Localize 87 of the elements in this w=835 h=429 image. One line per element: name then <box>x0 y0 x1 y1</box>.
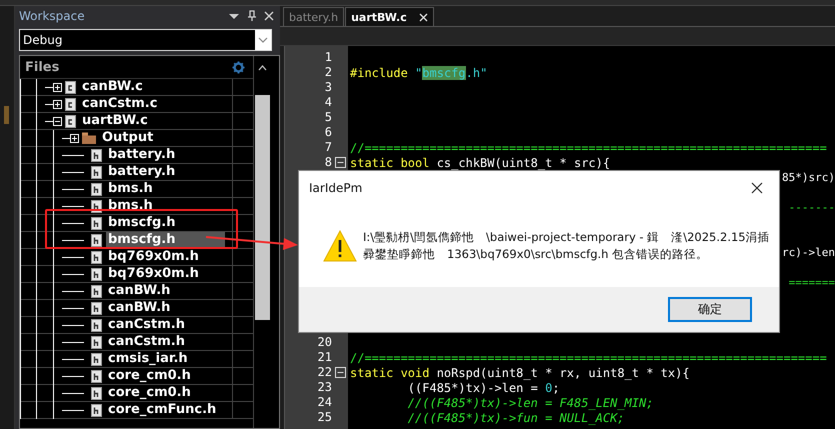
file-icon <box>91 182 102 196</box>
file-icon <box>91 284 102 298</box>
line-number: 2 <box>324 65 332 80</box>
line-number: 1 <box>324 50 332 65</box>
file-icon <box>91 336 102 348</box>
tree-item[interactable]: canBW.h <box>106 300 172 316</box>
tree-item[interactable]: canCstm.h <box>106 317 187 333</box>
error-message: I:\璺勬枬\閆氬儁鍗忚 \baiwei-project-temporary - 鍓 湰\2025.2.15涓插 彛鐢垫睜鍗忚 1363\bq769x0\src\bmscfg.h 包含错误的路径。 <box>363 229 770 263</box>
expand-toggle[interactable] <box>53 82 62 92</box>
file-icon <box>91 318 102 332</box>
file-icon <box>91 386 102 400</box>
chevron-down-icon <box>258 37 268 43</box>
tree-item[interactable]: bmscfg.h <box>106 232 226 248</box>
tree-item[interactable]: bq769x0m.h <box>106 266 201 282</box>
line-number: 23 <box>316 380 332 395</box>
line-number: 24 <box>316 395 332 410</box>
code-line: //((F485*)tx)->fun = NULL_ACK; <box>406 410 625 424</box>
tree-item[interactable]: Output <box>100 130 156 146</box>
line-number: 20 <box>316 335 332 350</box>
code-line: #include "bmscfg.h" <box>350 66 488 80</box>
tree-item[interactable]: canBW.h <box>106 283 172 299</box>
code-fragment: ------- <box>788 200 835 215</box>
panel-title: Workspace <box>19 8 86 22</box>
line-number: 21 <box>316 350 332 365</box>
file-icon <box>65 114 76 128</box>
code-line: static void noRspd(uint8_t * rx, uint8_t * tx){ <box>350 366 690 380</box>
tree-item[interactable]: bq769x0m.h <box>106 249 201 265</box>
tree-item[interactable]: battery.h <box>106 147 178 163</box>
code-fragment: ======= <box>788 275 835 290</box>
expand-toggle[interactable] <box>53 100 62 108</box>
line-number: 4 <box>324 95 332 110</box>
fold-toggle[interactable] <box>334 157 346 168</box>
file-icon <box>91 370 102 382</box>
tree-item[interactable]: canBW.c <box>80 79 145 95</box>
code-line: //================================================================ <box>350 350 827 364</box>
file-tab[interactable]: battery.h <box>283 7 344 26</box>
code-fragment: 85*)src) <box>782 170 835 185</box>
file-icon <box>91 148 102 162</box>
folder-icon <box>82 132 96 144</box>
file-icon <box>91 352 102 366</box>
file-icon <box>91 404 102 416</box>
code-fragment: rc)->len <box>782 245 835 260</box>
code-line: //================================================================ <box>350 140 827 154</box>
scroll-up-icon[interactable] <box>258 65 266 71</box>
file-icon <box>91 268 102 280</box>
expand-toggle[interactable] <box>70 134 79 142</box>
settings-icon[interactable] <box>232 60 245 74</box>
line-number: 8 <box>324 155 332 170</box>
line-number: 3 <box>324 80 332 95</box>
tree-item[interactable]: core_cm0.h <box>106 368 193 384</box>
tree-item[interactable]: canCstm.c <box>80 96 160 112</box>
tree-item[interactable]: bms.h <box>106 198 155 214</box>
file-icon <box>91 250 102 264</box>
code-line: ((F485*)tx)->len = 0; <box>406 380 560 394</box>
line-number: 25 <box>316 410 332 425</box>
ok-button[interactable]: 确定 <box>668 297 752 322</box>
tree-item[interactable]: canCstm.h <box>106 334 187 350</box>
tree-item[interactable]: uartBW.c <box>80 113 150 129</box>
code-line: static bool cs_chkBW(uint8_t * src){ <box>350 156 610 170</box>
collapse-toggle[interactable] <box>53 116 62 126</box>
file-icon <box>91 166 102 178</box>
line-number: 7 <box>324 140 332 155</box>
tree-item[interactable]: core_cmFunc.h <box>106 402 218 418</box>
warning-icon <box>323 230 357 262</box>
file-icon <box>91 216 102 230</box>
line-number: 6 <box>324 125 332 140</box>
files-header: Files <box>25 60 60 74</box>
file-tab[interactable]: uartBW.c <box>345 7 434 26</box>
configuration-dropdown[interactable]: Debug <box>19 29 272 51</box>
tree-item[interactable]: bmscfg.h <box>106 215 178 231</box>
code-line: //((F485*)tx)->len = F485_LEN_MIN; <box>406 396 654 410</box>
fold-toggle[interactable] <box>334 367 346 378</box>
pin-icon[interactable] <box>247 10 257 22</box>
tree-item[interactable]: battery.h <box>106 164 178 180</box>
tree-item[interactable]: core_cm0.h <box>106 385 193 401</box>
panel-marker <box>4 106 9 124</box>
scrollbar-thumb[interactable] <box>254 95 270 320</box>
file-icon <box>91 302 102 314</box>
dialog-title: IarIdePm <box>309 181 362 195</box>
tree-item[interactable]: bms.h <box>106 181 155 197</box>
close-icon[interactable] <box>751 182 763 194</box>
file-icon <box>91 234 102 246</box>
tree-item[interactable]: cmsis_iar.h <box>106 351 190 367</box>
line-number: 5 <box>324 110 332 125</box>
file-icon <box>65 80 76 94</box>
line-number: 22 <box>316 365 332 380</box>
file-icon <box>65 98 76 110</box>
